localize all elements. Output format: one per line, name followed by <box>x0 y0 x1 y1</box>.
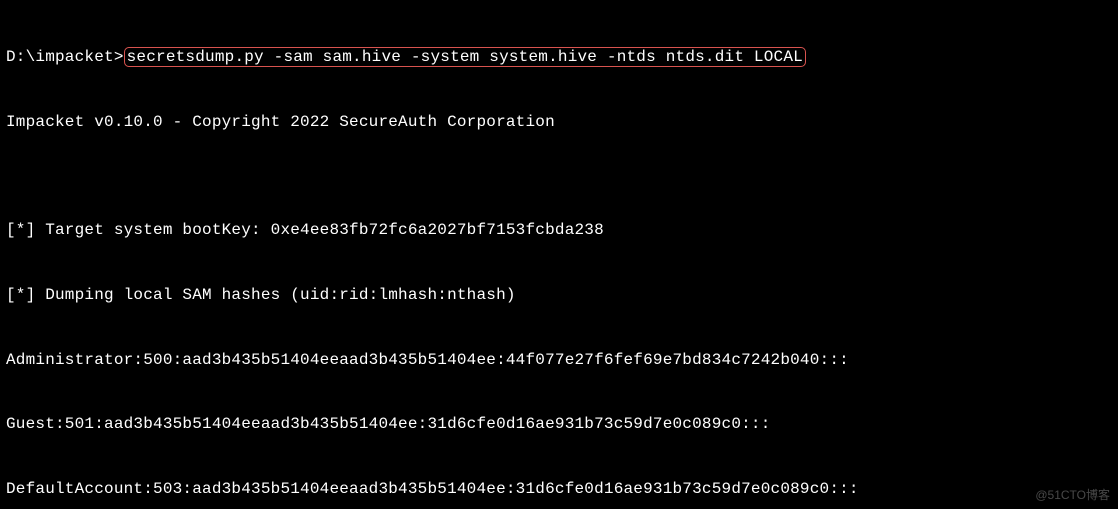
output-line: Guest:501:aad3b435b51404eeaad3b435b51404… <box>6 414 1112 436</box>
output-line: Administrator:500:aad3b435b51404eeaad3b4… <box>6 350 1112 372</box>
terminal-output[interactable]: D:\impacket>secretsdump.py -sam sam.hive… <box>0 0 1118 509</box>
entered-command: secretsdump.py -sam sam.hive -system sys… <box>124 47 806 67</box>
output-line: [*] Dumping local SAM hashes (uid:rid:lm… <box>6 285 1112 307</box>
output-line: DefaultAccount:503:aad3b435b51404eeaad3b… <box>6 479 1112 501</box>
command-prompt-line[interactable]: D:\impacket>secretsdump.py -sam sam.hive… <box>6 47 1112 69</box>
impacket-banner: Impacket v0.10.0 - Copyright 2022 Secure… <box>6 112 1112 134</box>
output-line: [*] Target system bootKey: 0xe4ee83fb72f… <box>6 220 1112 242</box>
shell-prompt: D:\impacket> <box>6 48 124 66</box>
